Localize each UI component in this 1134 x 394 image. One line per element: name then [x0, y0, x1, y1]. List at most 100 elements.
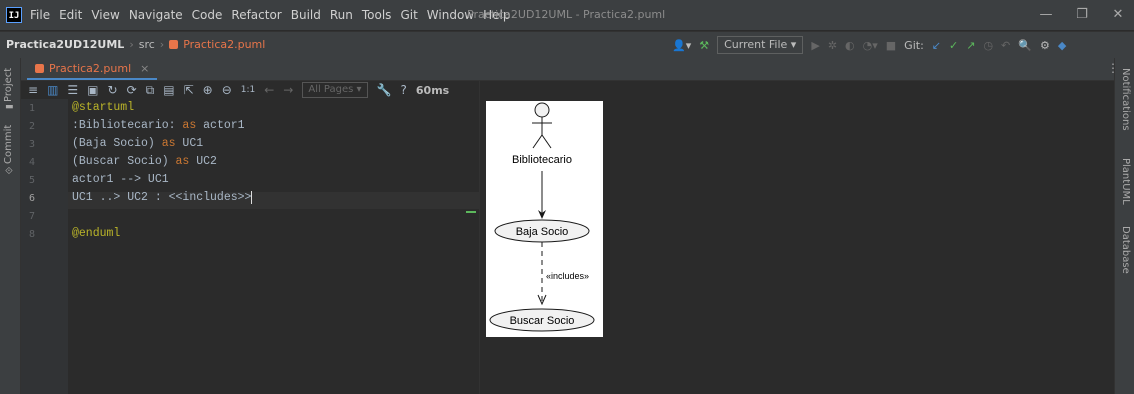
profile-icon[interactable]: ◔▾ [863, 39, 878, 52]
code-line: UC1 ..> UC2 : <<includes>> [72, 191, 253, 204]
pages-select[interactable]: All Pages ▾ [302, 82, 368, 98]
refresh-icon[interactable]: ↻ [108, 83, 118, 97]
sync-icon[interactable]: ⟳ [127, 83, 137, 97]
search-icon[interactable]: 🔍 [1018, 39, 1032, 52]
menu-file[interactable]: File [30, 8, 50, 22]
menu-build[interactable]: Build [291, 8, 321, 22]
breadcrumb-project[interactable]: Practica2UD12UML [6, 38, 124, 51]
breadcrumb-file[interactable]: Practica2.puml [183, 38, 265, 51]
zoom-out-icon[interactable]: ⊖ [222, 83, 232, 97]
git-rollback-icon[interactable]: ↶ [1001, 39, 1010, 52]
diagram-svg: Bibliotecario Baja Socio «includes» Busc… [489, 102, 595, 332]
code-token: actor1 [196, 119, 245, 132]
commit-tool-button[interactable]: Commit [3, 125, 14, 164]
plantuml-file-icon [169, 40, 179, 49]
zoom-in-icon[interactable]: ⊕ [203, 83, 213, 97]
chevron-right-icon: › [129, 38, 134, 51]
toolbox-icon[interactable]: ◆ [1058, 39, 1066, 52]
stop-icon[interactable]: ■ [886, 39, 896, 52]
coverage-icon[interactable]: ◐ [845, 39, 855, 52]
notifications-tool-button[interactable]: Notifications [1120, 68, 1131, 131]
code-token: UC2 [189, 155, 217, 168]
code-keyword: as [182, 119, 197, 132]
editor-only-icon[interactable]: ≡ [28, 83, 38, 97]
tab-close-icon[interactable]: × [140, 62, 149, 75]
split-view-icon[interactable]: ▥ [47, 83, 58, 97]
code-line: @startuml [72, 101, 134, 114]
menu-bar: IJ File Edit View Navigate Code Refactor… [0, 0, 1134, 30]
code-token: UC1 ..> UC2 : <<includes>> [72, 191, 252, 204]
project-tool-button[interactable]: Project [3, 68, 14, 102]
change-marker [466, 211, 476, 213]
code-token: @enduml [72, 227, 121, 240]
line-number: 8 [29, 229, 36, 240]
line-number: 1 [29, 103, 36, 114]
code-token: (Baja Socio) [72, 137, 162, 150]
commit-icon: ⟐ [5, 166, 13, 177]
line-number: 2 [29, 121, 36, 132]
menu-run[interactable]: Run [330, 8, 353, 22]
list-view-icon[interactable]: ☰ [67, 83, 78, 97]
code-line: actor1 --> UC1 [72, 173, 169, 186]
right-tool-stripe: Notifications PlantUML Database [1114, 58, 1134, 394]
settings-gear-icon[interactable]: ⚙ [1040, 39, 1050, 52]
database-tool-button[interactable]: Database [1120, 226, 1131, 274]
run-configuration-select[interactable]: Current File ▾ [717, 36, 804, 54]
build-hammer-icon[interactable]: ⚒ [699, 39, 709, 52]
menu-refactor[interactable]: Refactor [231, 8, 281, 22]
menu-git[interactable]: Git [400, 8, 417, 22]
chevron-right-icon: › [159, 38, 165, 51]
run-icon[interactable]: ▶ [811, 39, 819, 52]
menu-items: File Edit View Navigate Code Refactor Bu… [30, 0, 510, 30]
line-number: 4 [29, 157, 36, 168]
previous-page-icon[interactable]: ← [264, 83, 274, 97]
tab-label: Practica2.puml [49, 61, 132, 75]
plantuml-tool-button[interactable]: PlantUML [1120, 158, 1131, 205]
close-icon[interactable]: ✕ [1108, 5, 1128, 25]
code-token: UC1 [175, 137, 204, 150]
render-time-label: 60ms [415, 83, 450, 97]
save-icon[interactable]: ▤ [163, 83, 174, 97]
line-number-gutter: 1 2 3 4 5 6 7 8 [21, 81, 68, 394]
menu-view[interactable]: View [91, 8, 119, 22]
window-title: Practica2UD12UML - Practica2.puml [467, 8, 666, 21]
debug-icon[interactable]: ✲ [828, 39, 837, 52]
actor-figure [532, 102, 552, 149]
copy-icon[interactable]: ⧉ [146, 83, 155, 98]
code-line: (Baja Socio) as UC1 [72, 137, 203, 150]
code-keyword: as [175, 155, 190, 168]
git-commit-icon[interactable]: ✓ [949, 39, 958, 52]
restore-icon[interactable]: ❐ [1072, 5, 1092, 25]
folder-icon: ▬ [5, 102, 14, 112]
settings-wrench-icon[interactable]: 🔧 [377, 83, 392, 97]
menu-code[interactable]: Code [192, 8, 223, 22]
menu-tools[interactable]: Tools [362, 8, 392, 22]
menu-edit[interactable]: Edit [59, 8, 82, 22]
preview-only-icon[interactable]: ▣ [87, 83, 98, 97]
open-external-icon[interactable]: ⇱ [184, 83, 194, 97]
line-number: 3 [29, 139, 36, 150]
more-vertical-icon[interactable]: ⋮ [1107, 61, 1119, 75]
code-token: (Buscar Socio) [72, 155, 176, 168]
help-icon[interactable]: ? [401, 83, 407, 97]
code-token: :Bibliotecario: [72, 119, 183, 132]
uc2-label: Buscar Socio [510, 315, 575, 327]
code-line: (Buscar Socio) as UC2 [72, 155, 217, 168]
next-page-icon[interactable]: → [283, 83, 293, 97]
code-token: actor1 --> UC1 [72, 173, 169, 186]
user-icon[interactable]: 👤▾ [672, 39, 691, 52]
git-label: Git: [904, 38, 924, 52]
main-toolbar: 👤▾ ⚒ Current File ▾ ▶ ✲ ◐ ◔▾ ■ Git: ↙ ✓ … [672, 36, 1066, 54]
git-update-icon[interactable]: ↙ [932, 39, 941, 52]
git-push-icon[interactable]: ↗ [966, 39, 975, 52]
stereotype-label: «includes» [546, 271, 589, 281]
tab-practica2-puml[interactable]: Practica2.puml × [27, 58, 158, 80]
left-tool-stripe: Project ▬ Commit ⟐ [0, 58, 21, 394]
code-editor[interactable]: ✔5 ^ ⌄ @startuml :Bibliotecario: as acto… [68, 81, 480, 394]
git-history-icon[interactable]: ◷ [983, 39, 993, 52]
navigation-bar: Practica2UD12UML › src › Practica2.puml … [0, 31, 1134, 59]
menu-navigate[interactable]: Navigate [129, 8, 183, 22]
minimize-icon[interactable]: — [1036, 5, 1056, 25]
zoom-actual-button[interactable]: 1:1 [241, 85, 255, 95]
breadcrumb-folder[interactable]: src [139, 38, 155, 51]
